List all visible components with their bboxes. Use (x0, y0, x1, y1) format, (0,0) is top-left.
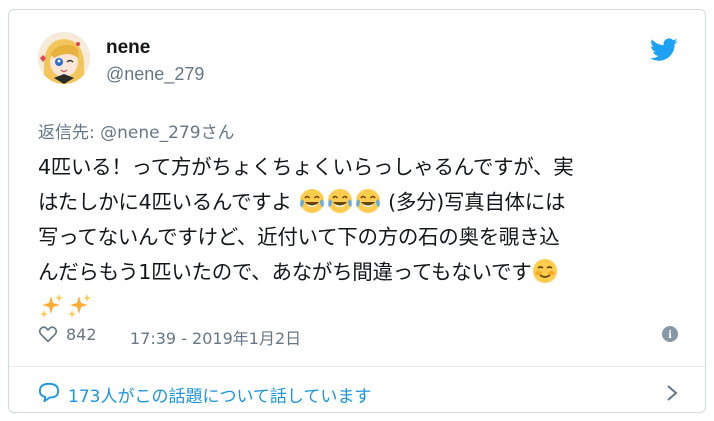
tweet-line-2a: はたしかに4匹いるんですよ (38, 190, 292, 214)
user-handle[interactable]: @nene_279 (106, 62, 204, 86)
heart-icon[interactable] (38, 325, 58, 343)
tweet-line-1: 4匹いる！って方がちょくちょくいらっしゃるんですが、実 (38, 155, 574, 179)
tweet-card: nene @nene_279 返信先: @nene_279さん 4匹いる！って方… (8, 9, 706, 413)
tweet-meta: 842 17:39 - 2019年1月2日 i (38, 323, 678, 349)
tweet-line-5 (38, 290, 678, 325)
like-count[interactable]: 842 (66, 325, 97, 344)
conversation-link[interactable]: 173人がこの話題について話しています (38, 374, 678, 414)
conversation-text[interactable]: 173人がこの話題について話しています (68, 382, 371, 407)
display-name[interactable]: nene (106, 37, 204, 59)
sparkles-icon (40, 294, 63, 318)
avatar[interactable] (38, 32, 90, 84)
tweet-line-4-text: んだらもう1匹いたので、あながち間違ってもないです (38, 260, 532, 284)
reply-to-prefix: 返信先: (38, 123, 101, 143)
reply-to: 返信先: @nene_279さん (38, 118, 235, 143)
timestamp[interactable]: 17:39 - 2019年1月2日 (130, 325, 301, 349)
info-icon[interactable]: i (662, 326, 678, 342)
reply-to-suffix: さん (200, 123, 235, 143)
tweet-line-4: んだらもう1匹いたので、あながち間違ってもないです (38, 255, 678, 290)
face-with-tears-of-joy-icon (299, 189, 324, 213)
tweet-line-2: はたしかに4匹いるんですよ (多分)写真自体には (38, 185, 678, 220)
face-with-tears-of-joy-icon (327, 189, 352, 213)
user-names[interactable]: nene @nene_279 (106, 37, 204, 86)
smiling-face-icon (533, 259, 558, 283)
tweet-text: 4匹いる！って方がちょくちょくいらっしゃるんですが、実 はたしかに4匹いるんです… (38, 150, 678, 325)
sparkles-icon (68, 294, 91, 318)
tweet-line-3: 写ってないんですけど、近付いて下の方の石の奥を覗き込 (38, 225, 560, 249)
tweet-header: nene @nene_279 (38, 32, 678, 92)
tweet-line-2b: (多分)写真自体には (388, 190, 566, 214)
chevron-right-icon[interactable] (666, 384, 678, 402)
face-with-tears-of-joy-icon (355, 189, 380, 213)
divider (9, 366, 705, 367)
twitter-bird-icon[interactable] (650, 38, 678, 62)
reply-to-handle[interactable]: @nene_279 (100, 123, 200, 143)
speech-bubble-icon (38, 382, 60, 402)
